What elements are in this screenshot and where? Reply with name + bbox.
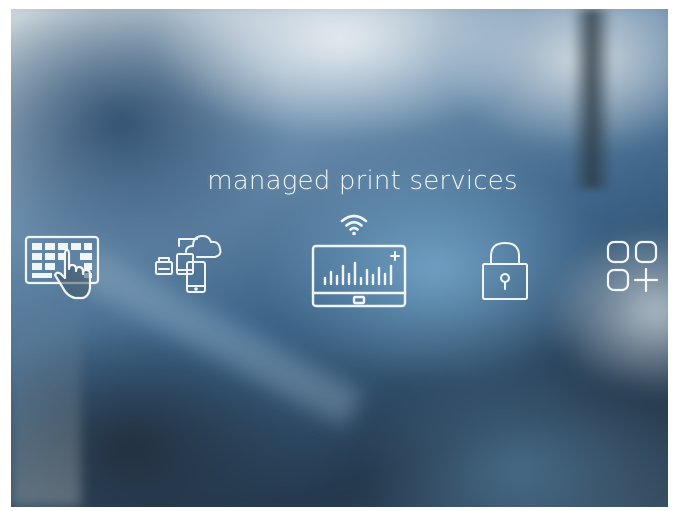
add-apps-grid-icon xyxy=(605,239,661,295)
padlock-icon xyxy=(479,240,531,302)
keyboard-touch-icon xyxy=(23,234,101,312)
background-pole xyxy=(571,9,613,189)
analytics-monitor-icon xyxy=(311,244,407,308)
hero-banner: managed print services xyxy=(11,9,668,507)
background-left-strip xyxy=(11,279,81,507)
banner-headline: managed print services xyxy=(207,166,518,196)
wifi-icon xyxy=(339,212,369,236)
cloud-devices-icon xyxy=(153,224,225,296)
